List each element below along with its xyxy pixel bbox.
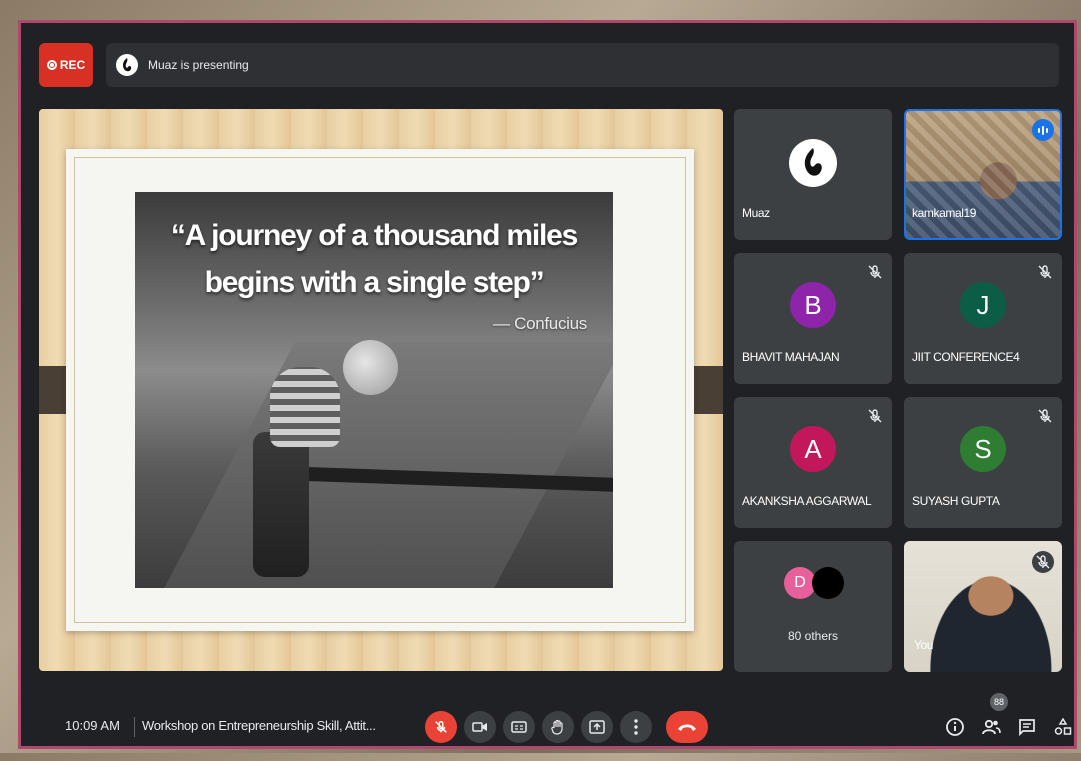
participant-name: Muaz [742, 206, 770, 220]
divider [134, 717, 135, 737]
speaking-indicator-icon [1032, 119, 1054, 141]
top-bar: REC Muaz is presenting [39, 43, 1059, 89]
slide-photo: “A journey of a thousand miles begins wi… [135, 192, 613, 588]
participant-name: You [914, 638, 934, 652]
quote-line-1: “A journey of a thousand miles [170, 219, 578, 252]
meeting-time: 10:09 AM [65, 718, 120, 733]
participant-tile-you[interactable]: You [904, 541, 1062, 672]
captions-button[interactable] [503, 711, 535, 743]
others-count: 80 others [787, 629, 839, 643]
mic-toggle-button[interactable] [425, 711, 457, 743]
meet-window: REC Muaz is presenting “A journey of a t… [18, 20, 1077, 749]
participant-avatar: B [790, 282, 836, 328]
mic-off-icon [1032, 551, 1054, 573]
muaz-logo-icon [789, 139, 837, 187]
presenting-text: Muaz is presenting [148, 58, 249, 72]
camera-toggle-button[interactable] [464, 711, 496, 743]
presenting-banner[interactable]: Muaz is presenting [106, 43, 1059, 87]
chat-button[interactable] [1015, 715, 1039, 739]
record-icon [46, 60, 57, 70]
participant-avatar: S [960, 426, 1006, 472]
mic-off-icon [868, 409, 882, 423]
participant-name: JIIT CONFERENCE4 [912, 350, 1020, 364]
chat-icon [1019, 719, 1035, 736]
presenter-avatar [116, 54, 138, 76]
quote-author: — Confucius [492, 314, 587, 333]
slide-quote: “A journey of a thousand miles begins wi… [135, 212, 613, 306]
photo-child-head [343, 340, 398, 395]
activities-icon [1054, 718, 1072, 735]
mic-off-icon [1038, 409, 1052, 423]
raise-hand-button[interactable] [542, 711, 574, 743]
participant-tile-bhavit[interactable]: B BHAVIT MAHAJAN [734, 253, 892, 384]
people-button[interactable] [979, 715, 1003, 739]
participant-avatar: A [790, 426, 836, 472]
hand-icon [551, 719, 563, 735]
meeting-info-button[interactable] [943, 715, 967, 739]
info-icon [946, 718, 964, 736]
participant-tile-akanksha[interactable]: A AKANKSHA AGGARWAL [734, 397, 892, 528]
people-icon [982, 719, 1001, 735]
bottom-control-bar: 10:09 AM Workshop on Entrepreneurship Sk… [39, 693, 1072, 761]
meeting-title[interactable]: Workshop on Entrepreneurship Skill, Atti… [142, 718, 376, 733]
participant-name: BHAVIT MAHAJAN [742, 350, 840, 364]
photo-child-body [270, 367, 340, 447]
participant-count-badge: 88 [990, 693, 1008, 711]
camera-icon [472, 722, 487, 732]
participant-avatar: J [960, 282, 1006, 328]
mic-off-icon [1038, 265, 1052, 279]
participant-name: AKANKSHA AGGARWAL [742, 494, 872, 508]
photo-child-legs [253, 432, 309, 577]
participant-tile-muaz[interactable]: Muaz [734, 109, 892, 240]
presentation-tile[interactable]: “A journey of a thousand miles begins wi… [39, 109, 723, 671]
quote-line-2: begins with a single step” [204, 266, 545, 299]
recording-label: REC [59, 58, 86, 72]
others-avatar-2 [812, 567, 844, 599]
participant-name: SUYASH GUPTA [912, 494, 1000, 508]
recording-badge: REC [39, 43, 93, 87]
present-screen-button[interactable] [581, 711, 613, 743]
participant-tile-others[interactable]: D 80 others [734, 541, 892, 672]
more-options-button[interactable] [620, 711, 652, 743]
leave-call-button[interactable] [666, 711, 708, 743]
participant-tile-jiit[interactable]: J JIIT CONFERENCE4 [904, 253, 1062, 384]
activities-button[interactable] [1051, 715, 1075, 739]
participant-name: kamkamal19 [912, 206, 977, 220]
participant-tile-suyash[interactable]: S SUYASH GUPTA [904, 397, 1062, 528]
participant-tile-kamkamal19[interactable]: kamkamal19 [904, 109, 1062, 240]
hang-up-icon [678, 724, 696, 731]
more-vertical-icon [634, 719, 638, 735]
captions-icon [511, 721, 527, 733]
mic-off-icon [435, 720, 447, 733]
present-icon [589, 720, 605, 734]
mic-off-icon [868, 265, 882, 279]
